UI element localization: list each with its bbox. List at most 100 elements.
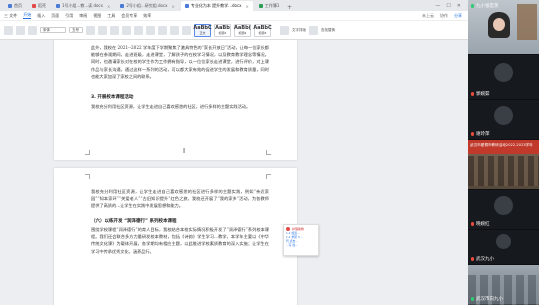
paragraph[interactable]: 我校充分利用社区资源，让学生走进自己喜欢感悉的社区进行多样的主题实践，例如“亲近… bbox=[91, 188, 269, 210]
doc-icon bbox=[120, 4, 125, 8]
home-icon bbox=[8, 4, 12, 8]
text-layout-icon[interactable] bbox=[280, 25, 289, 35]
avatar bbox=[494, 196, 513, 215]
mic-muted-icon bbox=[471, 257, 474, 261]
tab-docer[interactable]: 稻壳 bbox=[28, 1, 50, 11]
text-layout-label[interactable]: 文字排版 bbox=[292, 28, 306, 33]
page-corner-mark bbox=[85, 174, 90, 179]
minimize-button[interactable]: — bbox=[435, 3, 440, 9]
cloud-status[interactable]: 未上云 bbox=[422, 13, 434, 19]
align-center-icon[interactable] bbox=[170, 25, 179, 35]
video-participant-panel: 九小张宏英 郭婉茹 谢玲萍 武汉市翟桐市教研活动2022-2023学年 晓婉红 … bbox=[468, 0, 539, 305]
style-heading-2[interactable]: AaBb(标题2 bbox=[234, 23, 251, 37]
style-heading-1[interactable]: AaBb 标题1 bbox=[214, 23, 231, 37]
document-page-2[interactable]: 我校充分利用社区资源，让学生走进自己喜欢感悉的社区进行多样的主题实践，例如“亲近… bbox=[54, 168, 297, 305]
cut-icon[interactable] bbox=[16, 25, 25, 35]
share-button[interactable]: 分享 bbox=[454, 13, 462, 19]
mic-icon bbox=[471, 4, 474, 8]
close-icon[interactable]: × bbox=[172, 4, 175, 9]
underline-icon[interactable] bbox=[110, 25, 119, 35]
font-size-select[interactable]: 五号 bbox=[69, 27, 83, 33]
tab-workbook[interactable]: 工作簿1 bbox=[254, 1, 284, 11]
document-area[interactable]: 此外，我校在 2021--2022 学年度下学期聚焦了激具特色的“家长开放日”活… bbox=[0, 40, 468, 305]
sheet-icon bbox=[258, 4, 263, 8]
participant-name: 晓婉红 bbox=[476, 222, 490, 227]
text-cursor-icon: I bbox=[183, 147, 186, 155]
font-color-icon[interactable] bbox=[122, 25, 131, 35]
tab-bar: 首页 稻壳 1号小组...教...读.docx × 2号小组...研究组.docx… bbox=[0, 0, 468, 11]
section-heading[interactable]: 3. 开展校本课程活动 bbox=[91, 94, 133, 100]
menu-member[interactable]: 会员专享 bbox=[121, 13, 137, 19]
banner-text: 武汉市翟桐市教研活动2022-2023学年 bbox=[470, 143, 533, 147]
menu-bar: 三 文件 开始 插入 页面 引用 审阅 视图 工具 会员专享 效率 未上云 协作… bbox=[0, 11, 468, 21]
page-corner-mark bbox=[85, 150, 90, 155]
menu-reference[interactable]: 引用 bbox=[65, 13, 73, 19]
tab-doc-1[interactable]: 1号小组...教...读.docx × bbox=[52, 1, 115, 11]
page-corner-mark bbox=[266, 174, 271, 179]
participant-name: 谢玲萍 bbox=[476, 132, 490, 137]
avatar bbox=[494, 63, 513, 82]
menu-right-group: 未上云 协作 分享 bbox=[422, 13, 468, 19]
maximize-button[interactable]: ☐ bbox=[446, 3, 450, 9]
participant-name: 九小张宏英 bbox=[476, 4, 499, 9]
doc-icon bbox=[184, 4, 189, 8]
avatar bbox=[494, 106, 513, 125]
participant-tile[interactable]: 晓婉红 bbox=[468, 190, 539, 230]
participant-tile[interactable]: 武汉市向九小 bbox=[468, 265, 539, 305]
comment-popup[interactable]: 护理助教 1.1 加强... 1.1 学研 3 ... 刊 点击... ...写… bbox=[283, 224, 319, 256]
participant-name: 武汉九小 bbox=[476, 257, 494, 262]
participant-name: 郭婉茹 bbox=[476, 92, 490, 97]
mic-muted-icon bbox=[471, 132, 474, 136]
paragraph[interactable]: 围绕学校课程“润泽德行”的育人目标，我校结合本校实际情况积极开发了“润泽德行”系… bbox=[91, 226, 269, 255]
tab-doc-2[interactable]: 2号小组...研究组.docx × bbox=[116, 1, 179, 11]
menu-tools[interactable]: 工具 bbox=[107, 13, 115, 19]
tab-doc-active[interactable]: 专业化为本 提升教学...docx × bbox=[180, 1, 253, 11]
paragraph[interactable]: 此外，我校在 2021--2022 学年度下学期聚焦了激具特色的“家长开放日”活… bbox=[91, 44, 269, 80]
find-replace-icon[interactable] bbox=[309, 25, 318, 35]
doc-icon bbox=[56, 4, 60, 8]
find-replace-label[interactable]: 查找替换 bbox=[321, 28, 335, 33]
participant-tile[interactable]: 谢玲萍 bbox=[468, 100, 539, 140]
menu-insert[interactable]: 插入 bbox=[37, 13, 45, 19]
paragraph[interactable]: 我校充分利用社区资源，让学生走进自己喜欢感悉的社区，进行多样的主题实践活动。 bbox=[91, 103, 269, 110]
document-page-1[interactable]: 此外，我校在 2021--2022 学年度下学期聚焦了激具特色的“家长开放日”活… bbox=[54, 40, 297, 160]
section-heading[interactable]: （六）以练开发 “润泽德行” 系列校本课程 bbox=[91, 218, 177, 224]
bold-icon[interactable] bbox=[86, 25, 95, 35]
comment-line: ...写 加... bbox=[286, 243, 298, 247]
bullet-list-icon[interactable] bbox=[134, 25, 143, 35]
paste-icon[interactable] bbox=[4, 25, 13, 35]
menu-file[interactable]: 三 文件 bbox=[4, 13, 17, 19]
close-window-button[interactable]: ✕ bbox=[457, 3, 461, 9]
mic-icon bbox=[471, 297, 474, 301]
avatar bbox=[496, 234, 511, 249]
docer-icon bbox=[32, 4, 36, 8]
menu-review[interactable]: 审阅 bbox=[79, 13, 87, 19]
align-left-icon[interactable] bbox=[158, 25, 167, 35]
style-heading-3[interactable]: AaBbC 标题3 bbox=[253, 23, 272, 37]
collaborate-button[interactable]: 协作 bbox=[440, 13, 448, 19]
numbered-list-icon[interactable] bbox=[146, 25, 155, 35]
participant-tile[interactable]: 九小张宏英 bbox=[468, 0, 539, 55]
format-painter-icon[interactable] bbox=[28, 25, 37, 35]
close-icon[interactable]: × bbox=[246, 4, 249, 9]
participant-tile[interactable]: 武汉九小 bbox=[468, 230, 539, 265]
font-name-select[interactable]: 宋体 bbox=[40, 27, 66, 33]
tab-home[interactable]: 首页 bbox=[4, 1, 26, 11]
new-tab-button[interactable]: + bbox=[285, 4, 293, 11]
menu-home[interactable]: 开始 bbox=[23, 12, 32, 19]
participant-tile[interactable]: 武汉市翟桐市教研活动2022-2023学年 bbox=[468, 140, 539, 190]
menu-efficiency[interactable]: 效率 bbox=[143, 13, 151, 19]
page-corner-mark bbox=[266, 150, 271, 155]
participant-name: 武汉市向九小 bbox=[476, 297, 503, 302]
participant-tile[interactable]: 郭婉茹 bbox=[468, 55, 539, 100]
menu-page[interactable]: 页面 bbox=[51, 13, 59, 19]
line-spacing-icon[interactable] bbox=[182, 25, 191, 35]
ribbon-toolbar: 宋体 五号 AaBbC 正文 AaBb 标题1 AaBb(标题2 AaBbC 标题3 … bbox=[0, 21, 468, 40]
style-normal[interactable]: AaBbC 正文 bbox=[193, 23, 212, 37]
close-icon[interactable]: × bbox=[107, 4, 110, 9]
italic-icon[interactable] bbox=[98, 25, 107, 35]
mic-muted-icon bbox=[471, 92, 474, 96]
menu-view[interactable]: 视图 bbox=[93, 13, 101, 19]
window-controls: — ☐ ✕ bbox=[435, 0, 465, 11]
mic-muted-icon bbox=[471, 222, 474, 226]
